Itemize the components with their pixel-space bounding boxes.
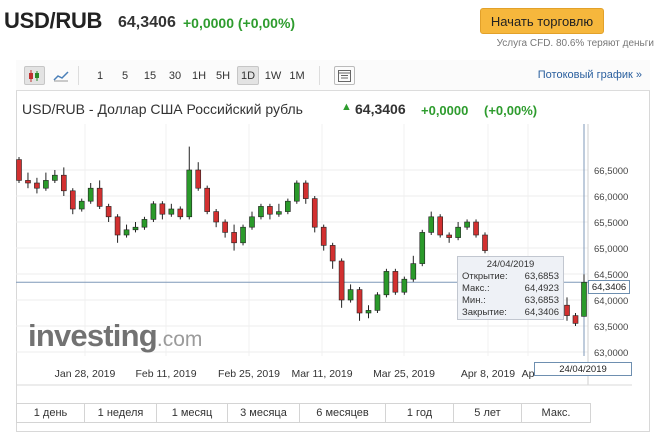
candle-body [168, 208, 175, 215]
period-5-years[interactable]: 5 лет [453, 403, 522, 423]
candle-body [249, 216, 255, 228]
candle-body [329, 245, 336, 262]
period-1-week[interactable]: 1 неделя [84, 403, 157, 423]
tooltip-row: Мин.: 63,6853 [462, 295, 559, 306]
candle-body [150, 203, 157, 220]
candle-body [240, 226, 246, 244]
candle-body [276, 211, 282, 215]
candle-body [365, 310, 372, 314]
tooltip-date: 24/04/2019 [486, 259, 535, 270]
candle-body [34, 182, 40, 189]
candle-body [446, 234, 452, 238]
candle-body [25, 180, 31, 184]
period-max[interactable]: Макс. [521, 403, 591, 423]
candle-body [141, 219, 148, 228]
x-tick-label: Feb 25, 2019 [218, 368, 280, 380]
x-tick-label: Ap [522, 368, 535, 380]
candle-body [61, 174, 67, 192]
candle-body [132, 226, 139, 231]
crosshair-date-flag: 24/04/2019 [534, 362, 632, 376]
candle-body [78, 200, 85, 210]
candle-body [320, 226, 327, 246]
candle-body [204, 187, 210, 212]
candle-body [52, 174, 58, 181]
candle-body [464, 221, 470, 228]
candle-body [374, 294, 381, 311]
y-tick-label: 64,0000 [594, 296, 628, 307]
period-selector: 1 день 1 неделя 1 месяц 3 месяца 6 месяц… [16, 403, 650, 424]
candle-body [159, 203, 166, 215]
y-tick-label: 65,5000 [594, 218, 628, 229]
candle-body [437, 216, 443, 236]
candle-body [564, 304, 570, 316]
tooltip-row: Открытие: 63,6853 [462, 271, 559, 282]
y-tick-label: 63,5000 [594, 322, 628, 333]
period-1-year[interactable]: 1 год [385, 403, 454, 423]
candle-body [294, 182, 300, 202]
period-3-months[interactable]: 3 месяца [227, 403, 300, 423]
candle-body [231, 232, 237, 244]
y-tick-label: 66,0000 [594, 192, 628, 203]
candle-body [401, 278, 408, 293]
candle-body [410, 263, 417, 280]
candle-body [258, 206, 264, 218]
candle-body [69, 190, 76, 210]
candle-body [428, 216, 435, 233]
candle-body [356, 289, 363, 314]
x-tick-label: Feb 11, 2019 [135, 368, 196, 380]
candle-body [123, 229, 130, 236]
x-tick-label: Apr 8, 2019 [461, 368, 515, 380]
x-tick-label: Mar 11, 2019 [291, 368, 352, 380]
y-tick-label: 66,5000 [594, 166, 628, 177]
period-6-months[interactable]: 6 месяцев [299, 403, 386, 423]
candle-body [105, 206, 112, 218]
period-1-day[interactable]: 1 день [16, 403, 85, 423]
candle-body [392, 271, 399, 293]
candle-body [267, 206, 273, 215]
period-1-month[interactable]: 1 месяц [156, 403, 228, 423]
candle-body [114, 216, 121, 236]
tooltip-row: Макс.: 64,4923 [462, 283, 559, 294]
candle-body [195, 169, 202, 189]
x-tick-label: Mar 25, 2019 [373, 368, 435, 380]
x-tick-label: Jan 28, 2019 [55, 368, 116, 380]
candle-body [16, 159, 22, 181]
candle-body [43, 180, 49, 189]
y-tick-label: 65,0000 [594, 244, 628, 255]
candle-body [482, 234, 488, 251]
investing-logo: investing.com [28, 318, 203, 353]
candle-body [419, 232, 426, 264]
ohlc-tooltip: 24/04/2019 Открытие: 63,6853 Макс.: 64,492… [457, 256, 564, 320]
candle-body [347, 289, 354, 301]
candle-body [581, 281, 587, 317]
candle-body [311, 198, 318, 228]
candle-body [96, 187, 103, 207]
tooltip-row: Закрытие: 64,3406 [462, 307, 559, 318]
candle-body [213, 211, 219, 223]
y-tick-label: 63,0000 [594, 348, 628, 359]
candle-body [177, 208, 184, 218]
current-price-flag: 64,3406 [588, 280, 630, 294]
candle-body [222, 221, 228, 233]
candle-body [186, 169, 193, 218]
candle-body [285, 200, 291, 212]
candle-body [338, 260, 345, 301]
candle-body [473, 221, 479, 236]
candle-body [302, 182, 309, 199]
candle-body [383, 271, 390, 296]
candle-body [572, 315, 579, 324]
candle-body [455, 226, 461, 238]
candle-body [87, 187, 94, 202]
